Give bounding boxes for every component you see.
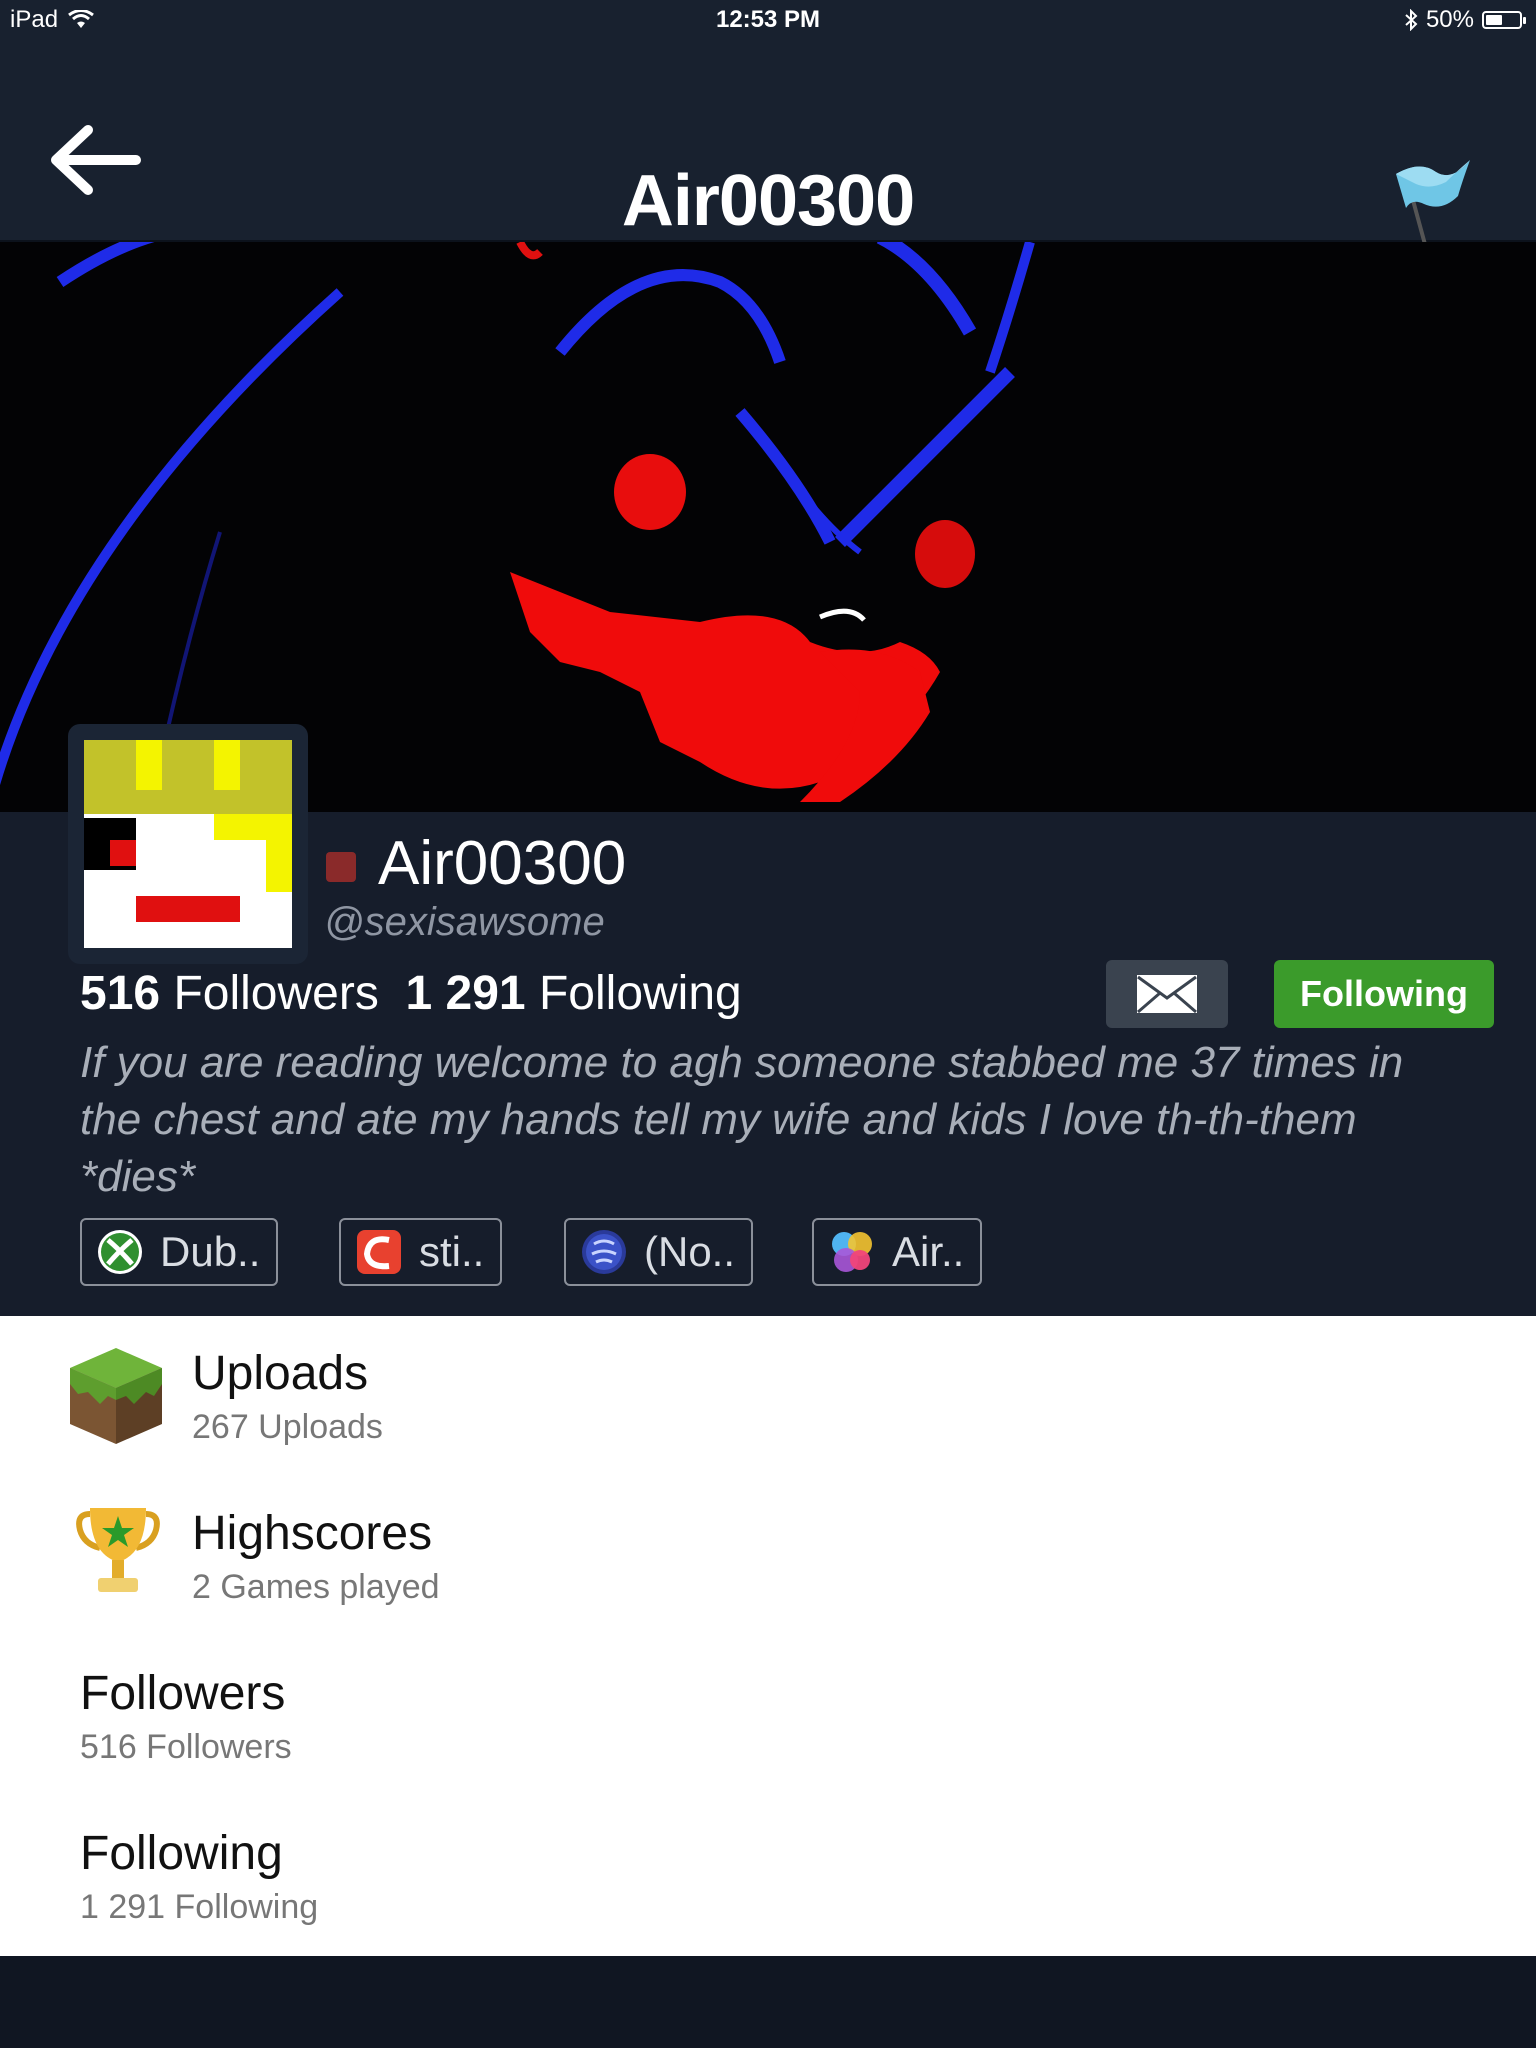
display-name: Air00300	[378, 829, 627, 898]
followers-stat[interactable]: 516 Followers	[80, 967, 379, 1020]
offline-status-indicator	[326, 852, 356, 882]
envelope-icon	[1137, 975, 1197, 1014]
bottom-bar	[0, 1956, 1536, 2048]
section-title: Uploads	[192, 1347, 369, 1400]
list-item-following[interactable]: Following 1 291 Following	[0, 1796, 1536, 1956]
section-title: Followers	[80, 1667, 286, 1720]
following-stat[interactable]: 1 291 Following	[406, 967, 742, 1020]
followers-count: 516	[80, 967, 161, 1020]
platform-label: sti..	[419, 1228, 485, 1275]
section-subtitle: 267 Uploads	[192, 1408, 383, 1446]
game-center-icon	[832, 1232, 872, 1272]
trophy-icon	[76, 1508, 160, 1592]
platform-label: Dub..	[160, 1228, 261, 1275]
status-time: 12:53 PM	[715, 6, 821, 33]
platform-label: (No..	[644, 1228, 736, 1275]
playstation-icon	[582, 1230, 626, 1274]
profile-bio: If you are reading welcome to agh someon…	[80, 1038, 1404, 1201]
platform-chip-xbox[interactable]: Dub..	[80, 1218, 279, 1286]
follow-stats: 516 Followers 1 291 Following	[80, 966, 742, 1021]
platform-chip-steam-app[interactable]: sti..	[339, 1218, 503, 1286]
username-handle: @sexisawsome	[324, 900, 605, 944]
section-title: Highscores	[192, 1507, 433, 1560]
report-flag-icon[interactable]	[1386, 152, 1476, 252]
list-item-followers[interactable]: Followers 516 Followers	[0, 1636, 1536, 1796]
section-subtitle: 2 Games played	[192, 1568, 440, 1606]
avatar[interactable]	[84, 740, 292, 948]
platform-label: Air..	[892, 1228, 965, 1275]
xbox-icon	[98, 1230, 142, 1274]
page-title: Air00300	[621, 161, 915, 241]
platform-chip-playstation[interactable]: (No..	[564, 1218, 754, 1286]
battery-percent: 50%	[1425, 6, 1474, 33]
following-button[interactable]: Following	[1274, 960, 1494, 1028]
list-item-highscores[interactable]: Highscores 2 Games played	[0, 1476, 1536, 1636]
minecraft-grass-block-icon	[70, 1348, 162, 1444]
battery-icon	[1482, 11, 1526, 29]
navigation-bar: Air00300	[0, 40, 1536, 249]
section-subtitle: 1 291 Following	[80, 1888, 319, 1926]
steam-app-icon	[357, 1230, 401, 1274]
list-item-uploads[interactable]: Uploads 267 Uploads	[0, 1316, 1536, 1476]
following-label: Following	[538, 967, 742, 1020]
platform-chip-game-center[interactable]: Air..	[812, 1218, 983, 1286]
followers-label: Followers	[173, 967, 379, 1020]
following-count: 1 291	[405, 967, 526, 1020]
status-bar: iPad 12:53 PM 50%	[0, 0, 1536, 40]
section-subtitle: 516 Followers	[80, 1728, 292, 1766]
section-title: Following	[80, 1827, 283, 1880]
profile-sections-list: Uploads 267 Uploads Highscores 2 Games p…	[0, 1316, 1536, 1956]
message-button[interactable]	[1106, 960, 1228, 1028]
bluetooth-icon	[1405, 9, 1418, 31]
